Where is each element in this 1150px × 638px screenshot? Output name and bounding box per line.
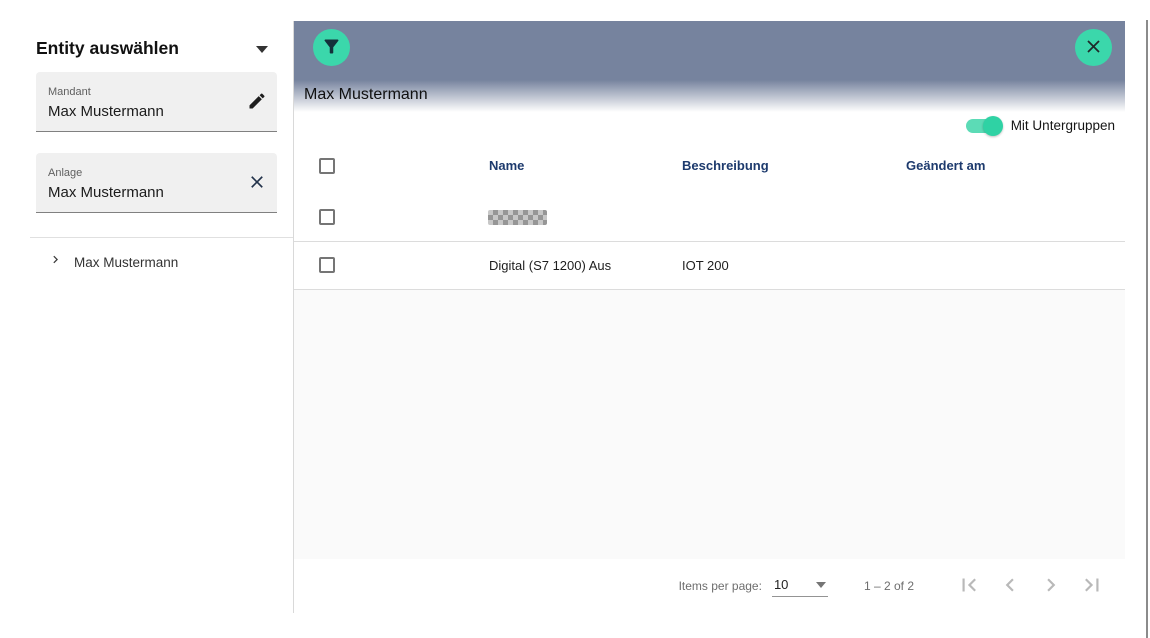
edit-pencil-icon [247,91,267,114]
beschreibung-cell: IOT 200 [682,258,729,273]
redacted-name-cell [488,210,547,225]
caret-down-icon [815,581,826,588]
close-x-icon [1083,36,1104,60]
collapse-caret-button[interactable] [256,46,270,56]
first-page-icon [956,572,982,601]
column-header-geaendert-am[interactable]: Geändert am [906,158,985,173]
name-cell: Digital (S7 1200) Aus [489,258,612,273]
subgroups-toggle[interactable] [965,115,1003,136]
paginator: Items per page: 10 1 – 2 of 2 [294,559,1125,613]
entity-selection-panel: Max Mustermann Mit Untergruppen Name Bes… [293,21,1125,613]
previous-page-icon [997,572,1023,601]
panel-topbar [294,21,1125,80]
anlage-field-label: Anlage [48,167,83,179]
page-size-value: 10 [773,577,789,592]
sidebar-title: Entity auswählen [36,38,179,58]
items-per-page-label: Items per page: [678,579,762,593]
first-page-button[interactable] [956,573,982,599]
select-all-checkbox[interactable] [319,158,335,174]
mandant-edit-button[interactable] [246,91,268,113]
paginator-nav [956,573,1105,599]
caret-down-icon [256,46,268,53]
page-size-select[interactable]: 10 [771,575,828,597]
previous-page-button[interactable] [997,573,1023,599]
mandant-field-value: Max Mustermann [48,103,164,120]
mandant-field: Mandant Max Mustermann [36,72,277,132]
toggle-thumb [982,115,1003,136]
next-page-button[interactable] [1038,573,1064,599]
tree-item-max-mustermann[interactable]: Max Mustermann [48,252,178,272]
subgroups-toggle-row: Mit Untergruppen [965,115,1115,136]
row-divider [294,241,1125,242]
panel-title: Max Mustermann [304,86,428,103]
column-header-beschreibung[interactable]: Beschreibung [682,158,769,173]
row-checkbox[interactable] [319,257,335,273]
next-page-icon [1038,572,1064,601]
sidebar-divider [30,237,293,238]
row-checkbox[interactable] [319,209,335,225]
anlage-field-value: Max Mustermann [48,184,164,201]
column-header-name[interactable]: Name [489,158,524,173]
chevron-right-icon [48,252,63,272]
page-range-label: 1 – 2 of 2 [863,579,914,593]
entity-sidebar: Entity auswählen Mandant Max Mustermann … [0,0,293,638]
filter-button[interactable] [313,29,350,66]
anlage-field: Anlage Max Mustermann [36,153,277,213]
last-page-button[interactable] [1079,573,1105,599]
clear-x-icon [247,172,267,195]
filter-funnel-icon [321,36,342,60]
window-edge-line [1146,20,1148,638]
mandant-field-label: Mandant [48,86,91,98]
last-page-icon [1079,572,1105,601]
anlage-clear-button[interactable] [246,172,268,194]
subgroups-toggle-label: Mit Untergruppen [1010,118,1115,133]
empty-table-area [294,290,1125,559]
tree-item-label: Max Mustermann [74,254,179,270]
close-button[interactable] [1075,29,1112,66]
